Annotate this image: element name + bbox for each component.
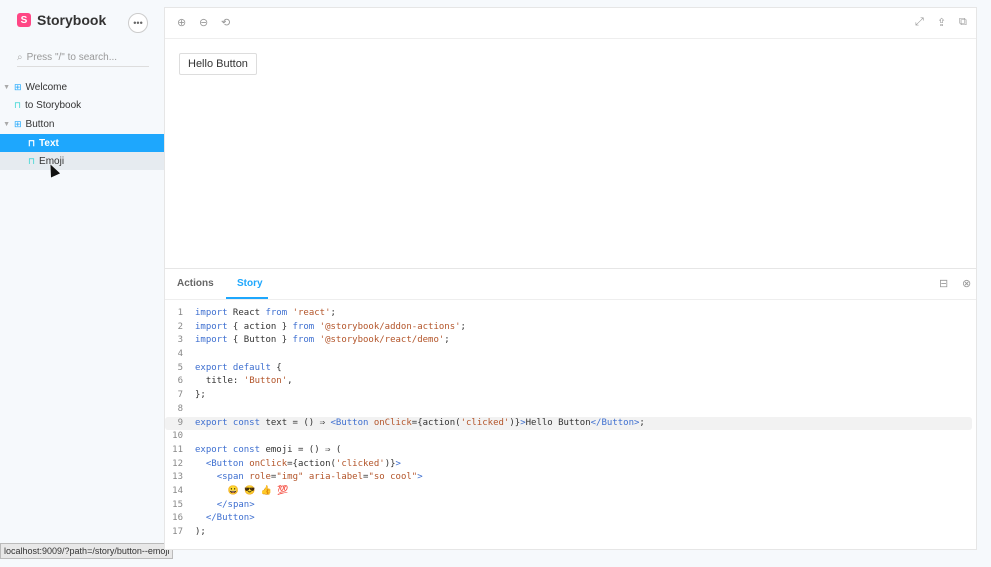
code-line: 16 </Button> [172,513,255,524]
code-line: 13 <span role="img" aria-label="so cool"… [172,472,423,483]
close-icon[interactable]: ⊗ [962,277,971,290]
chevron-down-icon: ▼ [3,83,10,91]
main-area: ⊕ ⊖ ⟲ ⤢ ⇪ ⧉ Hello Button Actions Story ⊟… [164,7,977,550]
code-line: 6 title: 'Button', [177,376,293,387]
active-tab-indicator [226,297,268,299]
sidebar: S Storybook ••• ⌕ Press "/" to search...… [0,0,164,567]
sidebar-item-label: to Storybook [25,99,82,111]
code-line: 15 </span> [172,499,255,510]
sidebar-menu-button[interactable]: ••• [128,13,148,33]
addons-panel: Actions Story ⊟ ⊗ 1 import React from 're… [165,268,976,552]
code-line: 5 export default { [177,362,282,373]
sidebar-item-label: Welcome [25,81,68,93]
dock-icon[interactable]: ⊟ [939,277,948,290]
tab-actions[interactable]: Actions [177,278,214,289]
share-icon[interactable]: ⇪ [937,16,946,29]
fullscreen-icon[interactable]: ⤢ [915,16,924,29]
code-line: 11 export const emoji = () ⇒ ( [172,444,342,455]
sidebar-item-welcome[interactable]: ▼ ⊞ Welcome [0,78,164,96]
copy-icon[interactable]: ⧉ [959,16,967,29]
zoom-in-icon[interactable]: ⊕ [177,16,186,29]
search-icon: ⌕ [17,51,23,63]
sidebar-item-button[interactable]: ▼ ⊞ Button [0,115,164,133]
code-line: 10 [172,431,183,442]
sidebar-item-label: Button [25,118,55,130]
sidebar-item-emoji[interactable]: ⊓ Emoji [0,152,164,170]
toolbar: ⊕ ⊖ ⟲ ⤢ ⇪ ⧉ [165,8,976,39]
component-icon: ⊞ [14,118,22,129]
code-line: 8 [177,403,183,414]
component-icon: ⊞ [14,81,22,92]
bookmark-icon: ⊓ [28,137,36,148]
panel-tabs: Actions Story ⊟ ⊗ [165,269,976,300]
chevron-down-icon: ▼ [3,120,10,128]
code-line: 3 import { Button } from '@storybook/reac… [177,335,450,346]
sidebar-item-label: Text [39,137,59,149]
code-line: 2 import { action } from '@storybook/addo… [177,321,466,332]
app-title: Storybook [37,12,107,28]
hello-button[interactable]: Hello Button [179,53,257,75]
code-line: 14 😀 😎 👍 💯 [172,485,289,496]
code-line: 12 <Button onClick={action('clicked')}> [172,458,401,469]
code-line: 17); [172,527,206,537]
search-input[interactable]: ⌕ Press "/" to search... [17,48,149,67]
code-block: 1 import React from 'react'; 2 import { ac… [165,307,976,540]
code-line: 4 [177,349,183,360]
zoom-out-icon[interactable]: ⊖ [199,16,208,29]
search-placeholder: Press "/" to search... [26,51,118,63]
code-line: 1 import React from 'react'; [177,308,336,318]
storybook-logo[interactable]: S Storybook [17,12,106,28]
tab-story[interactable]: Story [237,278,263,289]
code-line-highlighted: 9 export const text = () ⇒ <Button onClic… [165,416,972,431]
sidebar-item-text[interactable]: ⊓ Text [0,134,164,152]
code-line: 7}; [177,390,206,401]
storybook-logo-icon: S [17,13,31,27]
sidebar-item-to-storybook[interactable]: ⊓ to Storybook [0,96,164,114]
bookmark-icon: ⊓ [14,99,22,110]
bookmark-icon: ⊓ [28,155,36,166]
zoom-reset-icon[interactable]: ⟲ [221,16,230,29]
status-url: localhost:9009/?path=/story/button--emoj… [0,543,174,559]
